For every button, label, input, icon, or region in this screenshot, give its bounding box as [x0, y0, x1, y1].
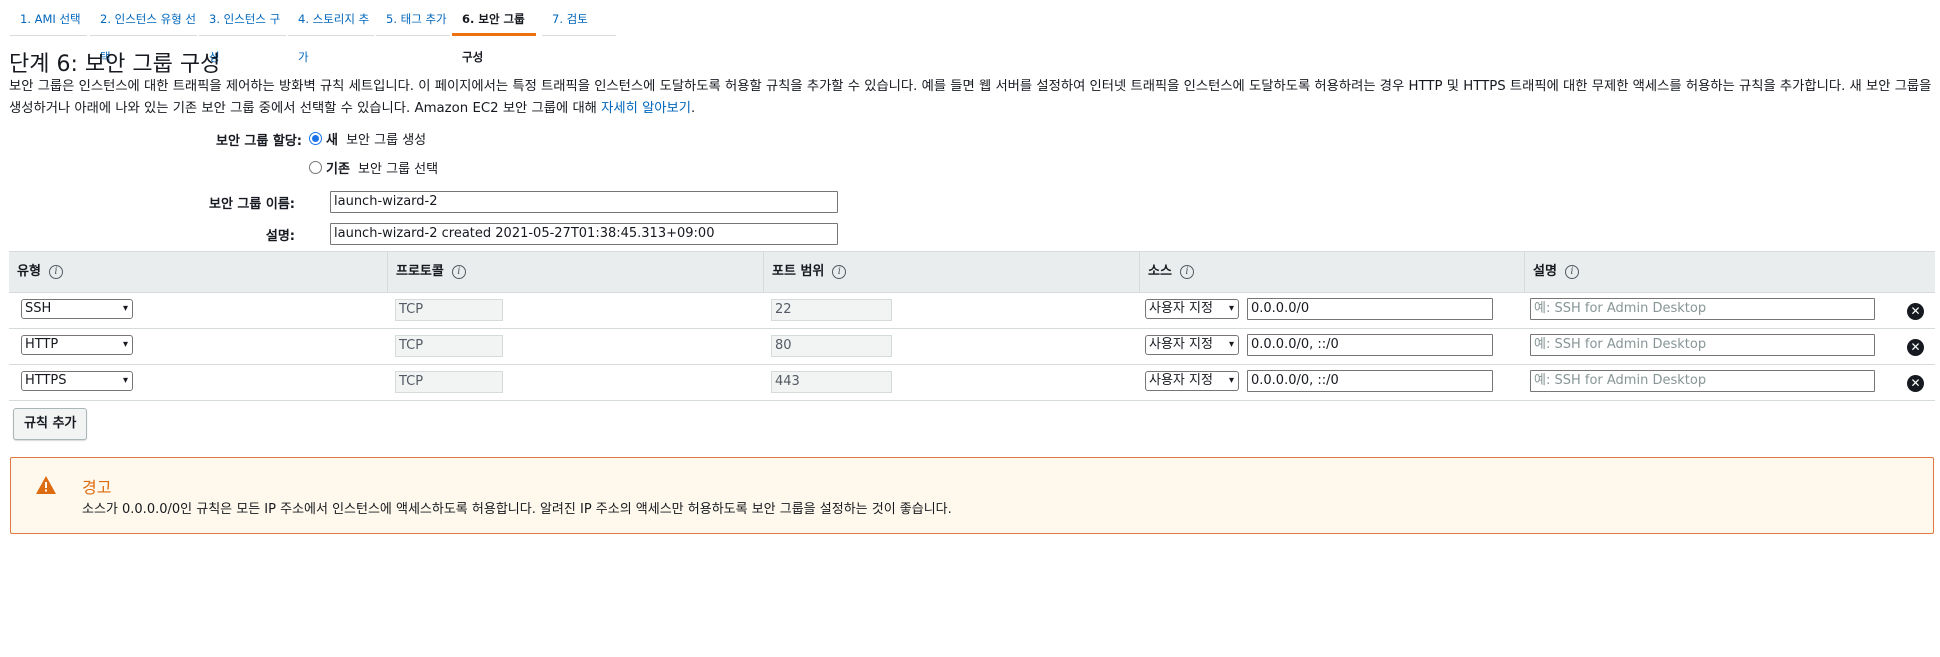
rule-description-input[interactable]: 예: SSH for Admin Desktop	[1530, 370, 1875, 392]
warning-icon	[36, 476, 56, 494]
info-icon[interactable]: i	[48, 264, 63, 279]
chevron-down-icon: ▾	[122, 303, 128, 314]
source-input[interactable]: 0.0.0.0/0	[1247, 298, 1493, 320]
warning-text: 소스가 0.0.0.0/0인 규칙은 모든 IP 주소에서 인스턴스에 액세스하…	[82, 502, 952, 517]
group-name-input[interactable]: launch-wizard-2	[330, 191, 838, 213]
chevron-down-icon: ▾	[1228, 303, 1234, 314]
add-rule-button[interactable]: 규칙 추가	[13, 408, 88, 440]
protocol-field: TCP	[395, 299, 503, 321]
chevron-down-icon: ▾	[122, 375, 128, 386]
page-title: 단계 6: 보안 그룹 구성	[9, 52, 221, 77]
port-field: 443	[771, 371, 892, 393]
radio-existing-group[interactable]: 기존 보안 그룹 선택	[309, 158, 438, 177]
step-review[interactable]: 7. 검토	[542, 0, 616, 36]
header-protocol: 프로토콜 i	[388, 252, 764, 292]
chevron-down-icon: ▾	[122, 339, 128, 350]
source-type-select[interactable]: 사용자 지정 ▾	[1145, 335, 1239, 355]
table-row: SSH ▾ TCP 22 사용자 지정 ▾ 0.0.0.0/0 예: SSH for…	[9, 293, 1935, 329]
radio-new-bold: 새	[326, 133, 338, 148]
rule-description-input[interactable]: 예: SSH for Admin Desktop	[1530, 334, 1875, 356]
radio-existing-button[interactable]	[309, 161, 322, 174]
rules-table-header: 유형 i 프로토콜 i 포트 범위 i 소스 i 설명 i	[9, 251, 1935, 293]
description-input[interactable]: launch-wizard-2 created 2021-05-27T01:38…	[330, 223, 838, 245]
step-storage[interactable]: 4. 스토리지 추가	[288, 0, 374, 64]
warning-title: 경고	[82, 478, 112, 497]
step-tags[interactable]: 5. 태그 추가	[376, 0, 450, 36]
radio-existing-bold: 기존	[326, 162, 350, 177]
source-input[interactable]: 0.0.0.0/0, ::/0	[1247, 334, 1493, 356]
assign-label: 보안 그룹 할당:	[215, 134, 302, 149]
port-field: 80	[771, 335, 892, 357]
table-row: HTTPS ▾ TCP 443 사용자 지정 ▾ 0.0.0.0/0, ::/0 예…	[9, 365, 1935, 401]
chevron-down-icon: ▾	[1228, 375, 1234, 386]
info-icon[interactable]: i	[1179, 264, 1194, 279]
group-name-label: 보안 그룹 이름:	[208, 197, 295, 212]
warning-alert: 경고 소스가 0.0.0.0/0인 규칙은 모든 IP 주소에서 인스턴스에 액…	[10, 457, 1934, 534]
wizard-steps: 1. AMI 선택 2. 인스턴스 유형 선택 3. 인스턴스 구성 4. 스토…	[0, 0, 1940, 64]
radio-existing-label: 보안 그룹 선택	[353, 162, 439, 177]
protocol-field: TCP	[395, 371, 503, 393]
remove-rule-icon[interactable]: ✕	[1907, 303, 1924, 320]
protocol-field: TCP	[395, 335, 503, 357]
header-source: 소스 i	[1140, 252, 1525, 292]
table-row: HTTP ▾ TCP 80 사용자 지정 ▾ 0.0.0.0/0, ::/0 예: …	[9, 329, 1935, 365]
description-label: 설명:	[265, 229, 295, 244]
remove-rule-icon[interactable]: ✕	[1907, 339, 1924, 356]
step-instance-config[interactable]: 3. 인스턴스 구성	[199, 0, 286, 64]
remove-rule-icon[interactable]: ✕	[1907, 375, 1924, 392]
step-ami[interactable]: 1. AMI 선택	[10, 0, 87, 36]
header-type: 유형 i	[9, 252, 388, 292]
page-intro: 보안 그룹은 인스턴스에 대한 트래픽을 제어하는 방화벽 규칙 세트입니다. …	[9, 76, 1934, 120]
source-type-select[interactable]: 사용자 지정 ▾	[1145, 299, 1239, 319]
radio-new-label: 보안 그룹 생성	[341, 133, 427, 148]
step-instance-type[interactable]: 2. 인스턴스 유형 선택	[90, 0, 197, 64]
type-select[interactable]: HTTPS ▾	[21, 371, 133, 391]
rule-description-input[interactable]: 예: SSH for Admin Desktop	[1530, 298, 1875, 320]
radio-new-button[interactable]	[309, 132, 322, 145]
learn-more-link[interactable]: 자세히 알아보기	[601, 101, 691, 116]
info-icon[interactable]: i	[451, 264, 466, 279]
radio-new-group[interactable]: 새 보안 그룹 생성	[309, 129, 426, 148]
header-port-range: 포트 범위 i	[764, 252, 1140, 292]
chevron-down-icon: ▾	[1228, 339, 1234, 350]
step-security-group[interactable]: 6. 보안 그룹 구성	[452, 0, 536, 64]
intro-text: 보안 그룹은 인스턴스에 대한 트래픽을 제어하는 방화벽 규칙 세트입니다. …	[9, 79, 1932, 116]
type-select[interactable]: SSH ▾	[21, 299, 133, 319]
source-type-select[interactable]: 사용자 지정 ▾	[1145, 371, 1239, 391]
info-icon[interactable]: i	[832, 264, 847, 279]
intro-end: .	[691, 101, 696, 116]
source-input[interactable]: 0.0.0.0/0, ::/0	[1247, 370, 1493, 392]
info-icon[interactable]: i	[1564, 264, 1579, 279]
header-description: 설명 i	[1525, 252, 1895, 292]
port-field: 22	[771, 299, 892, 321]
type-select[interactable]: HTTP ▾	[21, 335, 133, 355]
